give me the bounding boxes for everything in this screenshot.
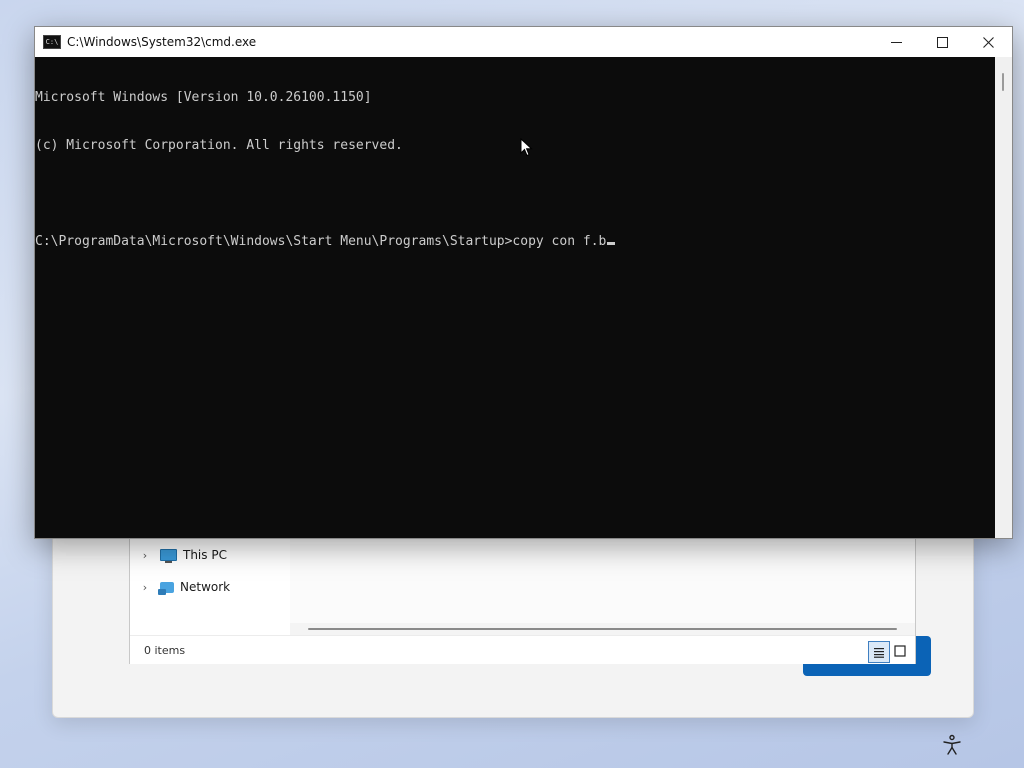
accessibility-icon[interactable] xyxy=(941,734,963,756)
mouse-pointer-icon xyxy=(520,138,533,157)
chevron-right-icon[interactable]: › xyxy=(130,581,160,594)
vertical-scroll-thumb[interactable] xyxy=(1002,73,1004,91)
maximize-icon xyxy=(936,36,948,48)
details-view-icon xyxy=(874,647,884,658)
close-icon xyxy=(982,36,994,48)
console-output[interactable]: Microsoft Windows [Version 10.0.26100.11… xyxy=(35,57,994,538)
item-count: 0 items xyxy=(144,644,186,657)
text-cursor xyxy=(607,242,616,245)
nav-item-label: This PC xyxy=(183,548,227,562)
horizontal-scroll-thumb[interactable] xyxy=(308,628,897,630)
cmd-icon: C:\ xyxy=(43,35,61,49)
console-input-line[interactable]: C:\ProgramData\Microsoft\Windows\Start M… xyxy=(35,234,994,250)
large-icons-view-icon xyxy=(894,645,906,657)
file-explorer-pane: › This PC › Network 0 items xyxy=(129,520,916,664)
horizontal-scrollbar[interactable] xyxy=(290,623,915,635)
console-line: (c) Microsoft Corporation. All rights re… xyxy=(35,138,403,153)
cmd-title-bar[interactable]: C:\ C:\Windows\System32\cmd.exe xyxy=(35,27,1012,57)
this-pc-icon xyxy=(160,549,177,563)
nav-item-this-pc[interactable]: › This PC xyxy=(130,543,290,567)
network-icon xyxy=(158,581,174,595)
vertical-scrollbar[interactable] xyxy=(995,57,1012,538)
close-button[interactable] xyxy=(965,27,1011,57)
status-bar: 0 items xyxy=(130,635,915,664)
nav-item-network[interactable]: › Network xyxy=(130,575,290,599)
minimize-button[interactable] xyxy=(873,27,919,57)
details-view-button[interactable] xyxy=(868,641,890,663)
window-title: C:\Windows\System32\cmd.exe xyxy=(67,35,257,49)
command-prompt-text: C:\ProgramData\Microsoft\Windows\Start M… xyxy=(35,234,607,249)
minimize-icon xyxy=(890,41,902,43)
maximize-button[interactable] xyxy=(919,27,965,57)
cmd-window[interactable]: C:\ C:\Windows\System32\cmd.exe Microsof… xyxy=(34,26,1013,539)
large-icons-view-button[interactable] xyxy=(890,641,910,661)
chevron-right-icon[interactable]: › xyxy=(130,549,160,562)
console-line: Microsoft Windows [Version 10.0.26100.11… xyxy=(35,90,372,105)
nav-item-label: Network xyxy=(180,580,231,594)
